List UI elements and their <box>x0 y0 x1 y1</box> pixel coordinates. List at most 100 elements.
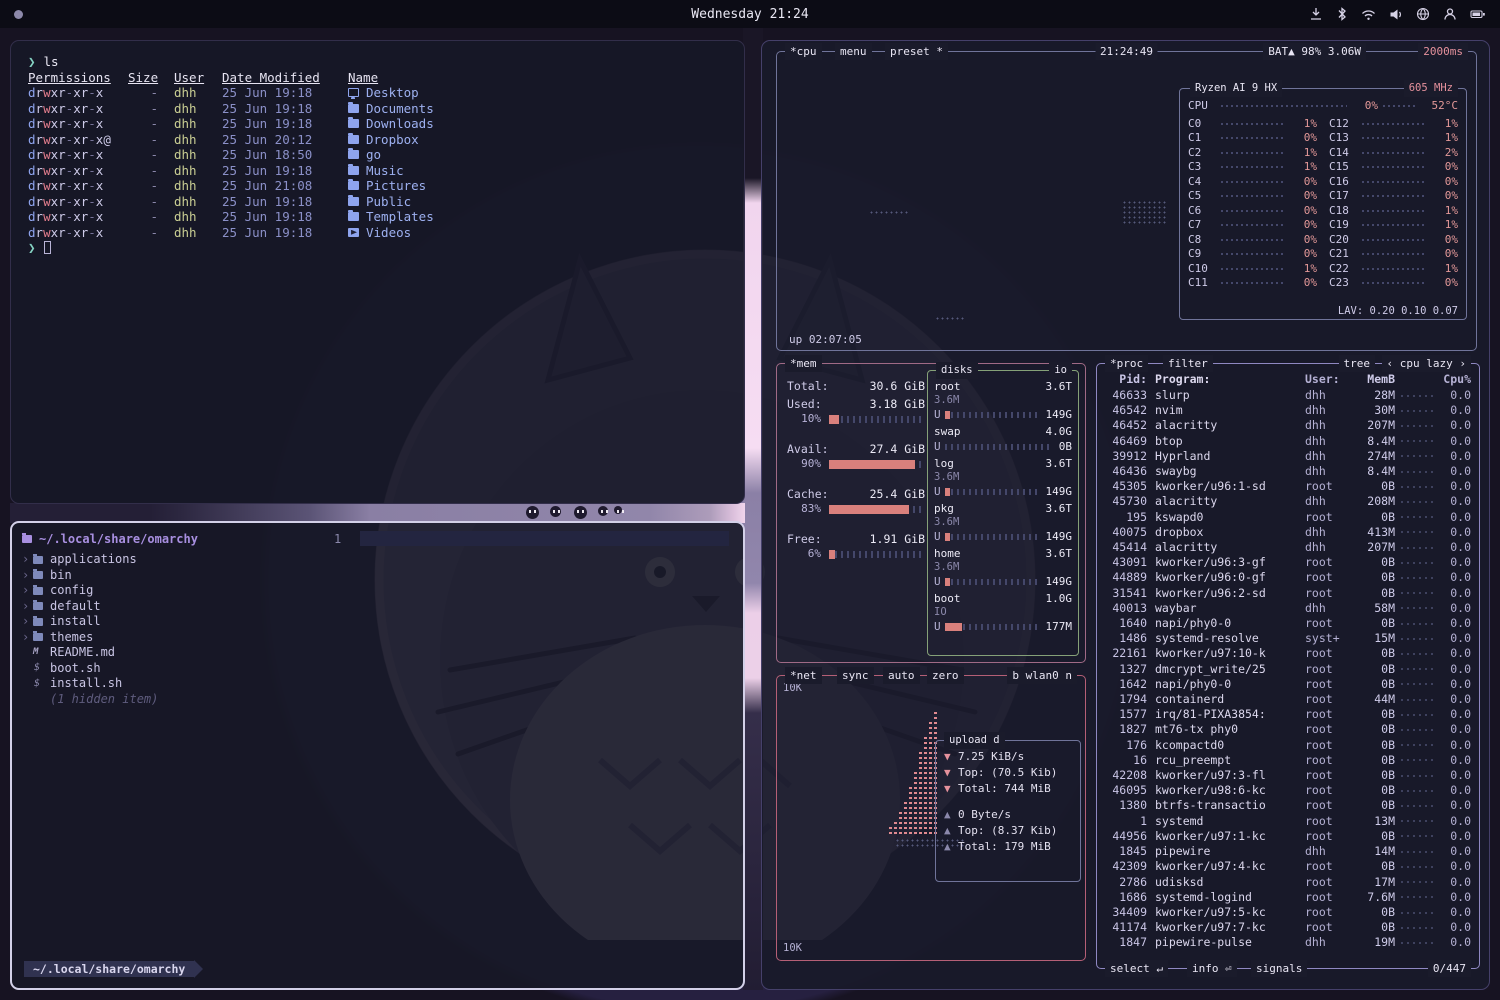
wifi-icon[interactable] <box>1361 8 1376 21</box>
mem-stat-meter <box>829 416 925 423</box>
file-icon <box>33 571 43 579</box>
menu-button[interactable]: menu <box>835 43 872 60</box>
proc-header-pid[interactable]: Pid: <box>1105 372 1147 386</box>
file-manager-window[interactable]: ~/.local/share/omarchy 1 applications bi… <box>10 521 745 990</box>
process-row[interactable]: 45305 kworker/u96:1-sd root 0B 0.0 <box>1105 479 1471 494</box>
updates-icon[interactable] <box>1309 7 1323 21</box>
process-row[interactable]: 45414 alacritty dhh 207M 0.0 <box>1105 540 1471 555</box>
process-row[interactable]: 1686 systemd-logind root 7.6M 0.0 <box>1105 890 1471 905</box>
process-row[interactable]: 40013 waybar dhh 58M 0.0 <box>1105 601 1471 616</box>
process-row[interactable]: 1642 napi/phy0-0 root 0B 0.0 <box>1105 677 1471 692</box>
proc-tree-toggle[interactable]: tree <box>1339 355 1376 372</box>
process-row[interactable]: 1640 napi/phy0-0 root 0B 0.0 <box>1105 616 1471 631</box>
file-tree-item[interactable]: install.sh <box>22 676 733 692</box>
network-icon[interactable] <box>1416 7 1430 21</box>
process-row[interactable]: 46436 swaybg dhh 8.4M 0.0 <box>1105 464 1471 479</box>
disks-io-toggle[interactable]: io <box>1049 362 1072 379</box>
process-row[interactable]: 44956 kworker/u97:1-kc root 0B 0.0 <box>1105 829 1471 844</box>
process-row[interactable]: 41174 kworker/u97:7-kc root 0B 0.0 <box>1105 920 1471 935</box>
process-row[interactable]: 176 kcompactd0 root 0B 0.0 <box>1105 738 1471 753</box>
file-tree-item[interactable]: README.md <box>22 645 733 661</box>
process-row[interactable]: 1 systemd root 13M 0.0 <box>1105 814 1471 829</box>
process-row[interactable]: 31541 kworker/u96:2-sd root 0B 0.0 <box>1105 586 1471 601</box>
process-row[interactable]: 2786 udisksd root 17M 0.0 <box>1105 875 1471 890</box>
proc-box-title[interactable]: *proc <box>1105 355 1148 372</box>
proc-header-cpu[interactable]: Cpu% <box>1439 372 1471 386</box>
net-box-title[interactable]: *net <box>785 667 822 684</box>
net-zero-button[interactable]: zero <box>927 667 964 684</box>
file-tree-item[interactable]: default <box>22 599 733 615</box>
process-row[interactable]: 42208 kworker/u97:3-fl root 0B 0.0 <box>1105 768 1471 783</box>
volume-icon[interactable] <box>1389 8 1403 21</box>
process-row[interactable]: 44889 kworker/u96:0-gf root 0B 0.0 <box>1105 570 1471 585</box>
process-row[interactable]: 1845 pipewire dhh 14M 0.0 <box>1105 844 1471 859</box>
dotted-separator <box>1401 759 1433 761</box>
mem-box-title[interactable]: *mem <box>785 355 822 372</box>
file-tree-item[interactable]: config <box>22 583 733 599</box>
process-row[interactable]: 40075 dropbox dhh 413M 0.0 <box>1105 525 1471 540</box>
battery-icon[interactable] <box>1470 8 1486 20</box>
process-row[interactable]: 195 kswapd0 root 0B 0.0 <box>1105 510 1471 525</box>
process-row[interactable]: 1486 systemd-resolve syst+ 15M 0.0 <box>1105 631 1471 646</box>
process-user: root <box>1305 875 1353 890</box>
process-row[interactable]: 16 rcu_preempt root 0B 0.0 <box>1105 753 1471 768</box>
proc-header-user[interactable]: User: <box>1305 372 1353 386</box>
proc-filter-button[interactable]: filter <box>1163 355 1213 372</box>
process-row[interactable]: 46633 slurp dhh 28M 0.0 <box>1105 388 1471 403</box>
proc-header-program[interactable]: Program: <box>1155 372 1305 386</box>
load-average: LAV: 0.20 0.10 0.07 <box>1338 305 1458 317</box>
cpu-box-title[interactable]: *cpu <box>785 43 822 60</box>
file-icon <box>33 618 43 626</box>
process-row[interactable]: 1794 containerd root 44M 0.0 <box>1105 692 1471 707</box>
file-tree-item[interactable]: applications <box>22 552 733 568</box>
disk-used-label: U <box>934 407 941 422</box>
file-owner: dhh <box>174 194 210 210</box>
process-row[interactable]: 42309 kworker/u97:4-kc root 0B 0.0 <box>1105 859 1471 874</box>
process-row[interactable]: 1327 dmcrypt_write/25 root 0B 0.0 <box>1105 662 1471 677</box>
process-row[interactable]: 45730 alacritty dhh 208M 0.0 <box>1105 494 1471 509</box>
process-row[interactable]: 39912 Hyprland dhh 274M 0.0 <box>1105 449 1471 464</box>
file-tree-label: applications <box>50 552 137 568</box>
process-row[interactable]: 34409 kworker/u97:5-kc root 0B 0.0 <box>1105 905 1471 920</box>
net-sync-button[interactable]: sync <box>837 667 874 684</box>
bluetooth-icon[interactable] <box>1336 7 1348 21</box>
file-icon <box>348 119 359 128</box>
proc-select-key[interactable]: select ↵ <box>1105 960 1168 977</box>
process-row[interactable]: 46542 nvim dhh 30M 0.0 <box>1105 403 1471 418</box>
process-pid: 39912 <box>1105 449 1147 464</box>
process-row[interactable]: 46469 btop dhh 8.4M 0.0 <box>1105 434 1471 449</box>
process-row[interactable]: 46095 kworker/u98:6-kc root 0B 0.0 <box>1105 783 1471 798</box>
proc-info-key[interactable]: info ⏎ <box>1187 960 1237 977</box>
disk-used-meter <box>945 624 1040 630</box>
process-row[interactable]: 1847 pipewire-pulse dhh 19M 0.0 <box>1105 935 1471 950</box>
net-interface[interactable]: b wlan0 n <box>1007 667 1077 684</box>
disks-box-title[interactable]: disks <box>936 362 978 379</box>
terminal-window[interactable]: ❯ls Permissions Size User Date Modified … <box>10 40 745 504</box>
proc-header-mem[interactable]: MemB <box>1353 372 1395 386</box>
update-interval[interactable]: 2000ms <box>1418 43 1468 60</box>
btop-window[interactable]: *cpu menu preset * 21:24:49 BAT▲ 98% 3.0… <box>761 40 1490 990</box>
user-icon[interactable] <box>1443 7 1457 21</box>
file-icon <box>33 649 43 657</box>
file-tree-item[interactable]: themes <box>22 630 733 646</box>
chevron-icon <box>22 614 33 630</box>
file-tree-item[interactable]: install <box>22 614 733 630</box>
net-stats-title[interactable]: upload d <box>944 732 1005 749</box>
proc-sort-selector[interactable]: ‹ cpu lazy › <box>1382 355 1471 372</box>
process-row[interactable]: 22161 kworker/u97:10-k root 0B 0.0 <box>1105 646 1471 661</box>
proc-signals-key[interactable]: signals <box>1251 960 1307 977</box>
process-pid: 1577 <box>1105 707 1147 722</box>
preset-button[interactable]: preset * <box>885 43 948 60</box>
process-row[interactable]: 43091 kworker/u96:3-gf root 0B 0.0 <box>1105 555 1471 570</box>
process-mem: 208M <box>1353 494 1395 509</box>
workspace-indicator[interactable] <box>14 10 23 19</box>
process-row[interactable]: 1577 irq/81-PIXA3854: root 0B 0.0 <box>1105 707 1471 722</box>
file-tree-item[interactable]: bin <box>22 568 733 584</box>
process-row[interactable]: 1827 mt76-tx phy0 root 0B 0.0 <box>1105 722 1471 737</box>
file-tree-item[interactable]: boot.sh <box>22 661 733 677</box>
process-row[interactable]: 46452 alacritty dhh 207M 0.0 <box>1105 418 1471 433</box>
net-auto-button[interactable]: auto <box>883 667 920 684</box>
file-date: 25 Jun 20:12 <box>222 132 340 148</box>
file-tree-item[interactable]: (1 hidden item) <box>22 692 733 708</box>
process-row[interactable]: 1380 btrfs-transactio root 0B 0.0 <box>1105 798 1471 813</box>
